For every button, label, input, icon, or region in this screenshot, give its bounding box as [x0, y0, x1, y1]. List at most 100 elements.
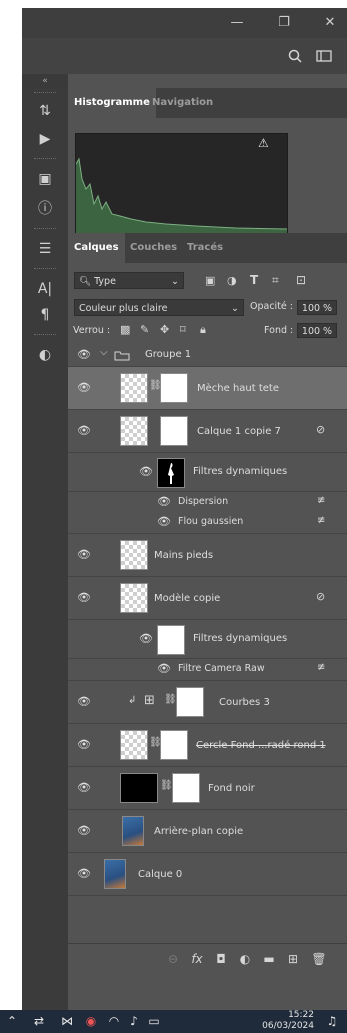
eye-icon[interactable]: 👁︎ [76, 349, 92, 361]
layer-name: Mains pieds [154, 550, 214, 561]
layer-row-smart-filters[interactable]: 👁︎ Filtres dynamiques [68, 620, 347, 659]
layer-row-arriere-plan-copie[interactable]: 👁︎ Arrière-plan copie [68, 810, 347, 853]
smart-filter-icon[interactable]: ⊘ [316, 590, 325, 603]
clock[interactable]: 15:22 06/03/2024 [250, 1010, 314, 1032]
tab-layers[interactable]: Calques [68, 233, 125, 263]
security-icon[interactable]: ◉ [82, 1010, 100, 1033]
histogram-tabbar: Histogramme Navigation [68, 88, 347, 118]
new-layer-icon[interactable]: ⊞ [282, 944, 304, 974]
blend-mode-dropdown[interactable]: Couleur plus claire ⌄ [74, 299, 244, 316]
eye-icon[interactable]: 👁︎ [156, 516, 172, 528]
search-icon[interactable] [288, 49, 302, 63]
link-icon[interactable]: ⛓︎ [164, 694, 177, 705]
layer-name: Filtres dynamiques [193, 633, 288, 644]
filter-row-flou-gaussien[interactable]: 👁︎ Flou gaussien ≢ [68, 512, 347, 534]
opacity-field[interactable]: 100 % [297, 300, 337, 315]
eye-icon[interactable]: 👁︎ [76, 868, 92, 880]
filter-pixel-icon[interactable]: ▣ [205, 274, 215, 287]
layer-row-smart-filters[interactable]: 👁︎ Filtres dynamiques [68, 453, 347, 492]
delete-layer-icon[interactable]: 🗑︎ [308, 944, 330, 974]
eye-icon[interactable]: 👁︎ [76, 592, 92, 604]
filter-row-camera-raw[interactable]: 👁︎ Filtre Camera Raw ≢ [68, 659, 347, 681]
info-icon[interactable]: ⓘ [22, 196, 68, 222]
eye-icon[interactable]: 👁︎ [156, 496, 172, 508]
toolbar-grip[interactable] [34, 158, 56, 162]
eye-icon[interactable]: 👁︎ [76, 425, 92, 437]
toolbar-grip[interactable] [34, 228, 56, 232]
eye-icon[interactable]: 👁︎ [76, 739, 92, 751]
layer-row-calque0[interactable]: 👁︎ Calque 0 [68, 853, 347, 896]
wifi-icon[interactable]: ◠ [105, 1010, 123, 1033]
character-icon[interactable]: A| [22, 276, 68, 302]
link-layers-icon[interactable]: ⊖ [162, 944, 184, 974]
eye-icon[interactable]: 👁︎ [76, 549, 92, 561]
toolbar-grip[interactable] [34, 92, 56, 96]
filter-options-icon[interactable]: ≢ [317, 662, 325, 673]
lock-artboard-icon[interactable]: ⌑ [180, 323, 186, 336]
app-tray-icon[interactable]: ⋈ [58, 1010, 76, 1033]
layer-row-cercle-fond[interactable]: 👁︎ ⛓︎ Cercle Fond ...radé rond 1 [68, 724, 347, 767]
workspace-icon[interactable] [316, 50, 332, 62]
filter-shape-icon[interactable]: ⌗ [272, 273, 279, 288]
eye-icon[interactable]: 👁︎ [156, 663, 172, 675]
chevron-up-icon[interactable]: ⌃ [4, 1010, 20, 1033]
filter-kind-dropdown[interactable]: 🔍︎ Type ⌄ [74, 272, 184, 289]
tab-histogram[interactable]: Histogramme [68, 88, 156, 118]
filter-type-icon[interactable]: T [250, 273, 258, 287]
adjustment-layer-icon[interactable]: ◐ [234, 944, 256, 974]
close-button[interactable]: ✕ [313, 8, 347, 38]
layer-row-group[interactable]: 👁︎ ⌵ Groupe 1 [68, 344, 347, 367]
layer-row-fond-noir[interactable]: 👁︎ ⛓︎ Fond noir [68, 767, 347, 810]
layer-row-calque1-copie7[interactable]: 👁︎ Calque 1 copie 7 ⊘ [68, 410, 347, 453]
filter-options-icon[interactable]: ≢ [317, 495, 325, 506]
styles-icon[interactable]: ◐ [22, 342, 68, 368]
paragraph-icon[interactable]: ¶ [22, 302, 68, 328]
filter-options-icon[interactable]: ≢ [317, 515, 325, 526]
warning-icon[interactable]: ⚠ [258, 136, 269, 150]
collapse-panels-button[interactable]: « [22, 74, 68, 88]
tab-channels[interactable]: Couches [124, 233, 183, 263]
lock-transparency-icon[interactable]: ▩ [120, 323, 130, 336]
layer-row-courbes3[interactable]: 👁︎ ↲ ⊞ ⛓︎ Courbes 3 [68, 681, 347, 724]
eye-icon[interactable]: 👁︎ [76, 382, 92, 394]
filter-smart-object-icon[interactable]: ⊡ [296, 273, 306, 287]
layer-row-meche[interactable]: 👁︎ ⛓︎ Mèche haut tete [68, 367, 347, 410]
eye-icon[interactable]: 👁︎ [76, 696, 92, 708]
volume-icon[interactable]: ♪ [125, 1010, 143, 1033]
battery-icon[interactable]: ▭ [145, 1010, 163, 1033]
eye-icon[interactable]: 👁︎ [76, 782, 92, 794]
notification-icon[interactable]: ♫ [322, 1010, 342, 1033]
properties-icon[interactable]: ☰ [22, 236, 68, 262]
eye-icon[interactable]: 👁︎ [138, 466, 154, 478]
add-mask-icon[interactable]: ◘ [210, 944, 232, 974]
eye-icon[interactable]: 👁︎ [76, 825, 92, 837]
lock-all-icon[interactable]: 🔒︎ [200, 323, 206, 337]
filter-adjustment-icon[interactable]: ◑ [227, 274, 237, 287]
layer-name: Filtres dynamiques [193, 466, 288, 477]
panels-area: Histogramme Navigation ⚠ Calques Couches… [68, 88, 347, 1010]
smart-filter-icon[interactable]: ⊘ [316, 423, 325, 436]
toolbar-grip[interactable] [34, 334, 56, 338]
history-icon[interactable]: ⇅ [22, 98, 68, 124]
layer-row-modele-copie[interactable]: 👁︎ Modèle copie ⊘ [68, 577, 347, 620]
actions-play-icon[interactable]: ▶ [22, 126, 68, 152]
toolbar-grip[interactable] [34, 268, 56, 272]
image-icon[interactable]: ▣ [22, 166, 68, 192]
histogram-graph: ⚠ [75, 133, 288, 235]
tab-navigation[interactable]: Navigation [146, 88, 219, 118]
photoshop-panel-window: — ❐ ✕ « ⇅ ▶ ▣ ⓘ ☰ A| ¶ ◐ Histogramme Nav… [22, 8, 347, 1010]
chevron-down-icon[interactable]: ⌵ [100, 347, 108, 358]
filter-row-dispersion[interactable]: 👁︎ Dispersion ≢ [68, 492, 347, 512]
usb-icon[interactable]: ⇄ [30, 1010, 48, 1033]
fx-icon[interactable]: fx [186, 944, 208, 974]
minimize-button[interactable]: — [220, 8, 254, 38]
link-icon[interactable]: ⛓︎ [160, 780, 173, 791]
layer-row-mains-pieds[interactable]: 👁︎ Mains pieds [68, 534, 347, 577]
lock-paint-icon[interactable]: ✎ [140, 323, 149, 336]
restore-button[interactable]: ❐ [267, 8, 301, 38]
eye-icon[interactable]: 👁︎ [138, 633, 154, 645]
new-group-icon[interactable]: ▬ [258, 944, 280, 974]
tab-paths[interactable]: Tracés [181, 233, 229, 263]
fill-field[interactable]: 100 % [297, 323, 337, 338]
lock-position-icon[interactable]: ✥ [160, 323, 169, 336]
